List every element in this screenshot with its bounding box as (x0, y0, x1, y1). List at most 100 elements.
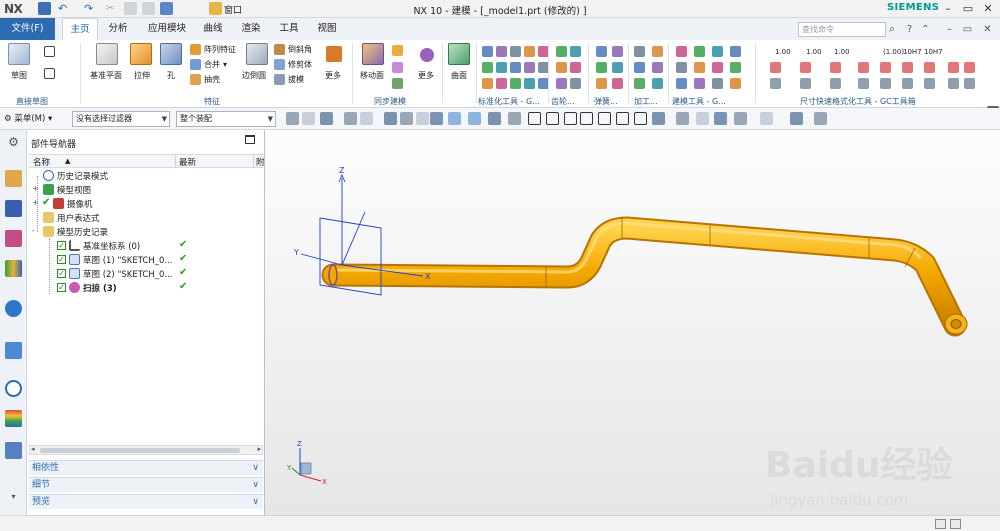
shell-button[interactable]: 抽壳 (190, 74, 220, 85)
more-sync-label[interactable]: 更多 (418, 70, 434, 81)
unite-button[interactable]: 合并 ▾ (190, 59, 227, 70)
command-search-input[interactable]: 查找命令 (798, 22, 886, 37)
dim-tool-icon[interactable] (902, 78, 913, 89)
edge-blend-label[interactable]: 边倒圆 (242, 70, 266, 81)
tree-row-model-history[interactable]: - 模型历史记录 (29, 225, 263, 239)
selection-tool-icon[interactable] (760, 112, 773, 125)
tool-icon[interactable] (676, 62, 687, 73)
tool-icon[interactable] (596, 78, 607, 89)
tool-icon[interactable] (570, 46, 581, 57)
tree-row-sketch-2[interactable]: ✓ 草图 (2) "SKETCH_0... ✔ (29, 267, 263, 281)
tool-icon[interactable] (730, 78, 741, 89)
tool-icon[interactable] (634, 46, 645, 57)
surface-label[interactable]: 曲面 (451, 70, 467, 81)
selection-tool-icon[interactable] (416, 112, 429, 125)
tool-icon[interactable] (652, 46, 663, 57)
tool-icon[interactable] (694, 78, 705, 89)
selection-tool-icon[interactable] (814, 112, 827, 125)
chamfer-button[interactable]: 倒斜角 (274, 44, 312, 55)
draft-button[interactable]: 拔模 (274, 74, 304, 85)
tool-icon[interactable] (482, 62, 493, 73)
tool-icon[interactable] (612, 46, 623, 57)
role-icon[interactable] (5, 442, 22, 459)
dim-tool-icon[interactable] (924, 78, 935, 89)
maximize-icon[interactable] (245, 135, 255, 144)
rectangle-icon[interactable] (44, 68, 55, 79)
datum-plane-icon[interactable] (96, 43, 118, 65)
dim-tool-icon[interactable] (948, 62, 959, 73)
section-dependencies[interactable]: 相依性 ∨ (29, 460, 263, 475)
tool-icon[interactable] (496, 62, 507, 73)
dim-tool-icon[interactable] (770, 78, 781, 89)
dim-tool-icon[interactable] (902, 62, 913, 73)
tree-row-datum-csys[interactable]: ✓ 基准坐标系 (0) ✔ (29, 239, 263, 253)
tool-icon[interactable] (596, 46, 607, 57)
tab-render[interactable]: 渲染 (235, 18, 267, 40)
profile-icon[interactable] (44, 46, 55, 57)
selection-tool-icon[interactable] (598, 112, 611, 125)
feature-checkbox[interactable]: ✓ (57, 269, 66, 278)
selection-tool-icon[interactable] (580, 112, 593, 125)
dim-tool-icon[interactable] (858, 78, 869, 89)
dim-tool-icon[interactable] (948, 78, 959, 89)
collapse-ribbon-icon[interactable]: ⌃ (918, 22, 933, 37)
dim-tool-icon[interactable] (800, 62, 811, 73)
tree-row-model-views[interactable]: + 模型视图 (29, 183, 263, 197)
tool-icon[interactable] (712, 78, 723, 89)
tool-icon[interactable] (570, 78, 581, 89)
tool-icon[interactable] (570, 62, 581, 73)
scroll-down-icon[interactable]: ▾ (5, 492, 22, 509)
dim-tool-icon[interactable] (830, 62, 841, 73)
minimize-button[interactable]: – (938, 1, 958, 16)
dim-format-6[interactable]: 10H7 (924, 48, 943, 56)
dim-format-3[interactable]: 1.00 (834, 48, 850, 56)
tool-icon[interactable] (524, 78, 535, 89)
feature-checkbox[interactable]: ✓ (57, 283, 66, 292)
hole-icon[interactable] (160, 43, 182, 65)
tool-icon[interactable] (612, 62, 623, 73)
tool-icon[interactable] (652, 78, 663, 89)
tool-icon[interactable] (482, 46, 493, 57)
selection-tool-icon[interactable] (384, 112, 397, 125)
collapse-icon[interactable]: - (32, 226, 35, 235)
graphics-window[interactable]: Z Y X Z Y X Baidu经验 jingyan.baidu.com (265, 130, 1000, 515)
sync-icon-3[interactable] (392, 78, 403, 89)
pattern-feature-button[interactable]: 阵列特征 (190, 44, 236, 55)
feature-checkbox[interactable]: ✓ (57, 255, 66, 264)
dim-format-2[interactable]: 1.00 (806, 48, 822, 56)
move-face-icon[interactable] (362, 43, 384, 65)
selection-tool-icon[interactable] (528, 112, 541, 125)
tab-view[interactable]: 视图 (311, 18, 343, 40)
column-latest[interactable]: 最新 (179, 156, 196, 168)
model-view[interactable]: Z Y X Z Y X Baidu经验 jingyan.baidu.com (265, 130, 1000, 515)
tool-icon[interactable] (694, 62, 705, 73)
tool-icon[interactable] (676, 46, 687, 57)
assembly-navigator-icon[interactable] (5, 170, 22, 187)
scope-select[interactable]: 整个装配 ▼ (176, 111, 276, 127)
selection-tool-icon[interactable] (734, 112, 747, 125)
tool-icon[interactable] (482, 78, 493, 89)
tree-row-sweep[interactable]: ✓ 扫掠 (3) ✔ (29, 281, 263, 295)
tool-icon[interactable] (496, 78, 507, 89)
move-face-label[interactable]: 移动面 (360, 70, 384, 81)
selection-tool-icon[interactable] (302, 112, 315, 125)
tree-row-user-expressions[interactable]: 用户表达式 (29, 211, 263, 225)
extrude-label[interactable]: 拉伸 (134, 70, 150, 81)
trim-body-button[interactable]: 修剪体 (274, 59, 312, 70)
settings-icon[interactable]: ⚙ (5, 135, 22, 152)
expand-icon[interactable]: + (32, 184, 39, 193)
reuse-library-icon[interactable] (5, 260, 22, 277)
column-more[interactable]: 附 (256, 156, 265, 168)
status-icon-2[interactable] (950, 519, 961, 529)
edge-blend-icon[interactable] (246, 43, 268, 65)
more-feature-icon[interactable] (326, 46, 342, 62)
palette-icon[interactable] (5, 410, 22, 427)
selection-tool-icon[interactable] (344, 112, 357, 125)
selection-tool-icon[interactable] (430, 112, 443, 125)
dim-tool-icon[interactable] (858, 62, 869, 73)
more-feature-label[interactable]: 更多 (325, 70, 341, 81)
part-navigator-icon[interactable] (5, 230, 22, 247)
selection-tool-icon[interactable] (508, 112, 521, 125)
dim-tool-icon[interactable] (880, 78, 891, 89)
restore-button[interactable]: ▭ (958, 1, 978, 16)
